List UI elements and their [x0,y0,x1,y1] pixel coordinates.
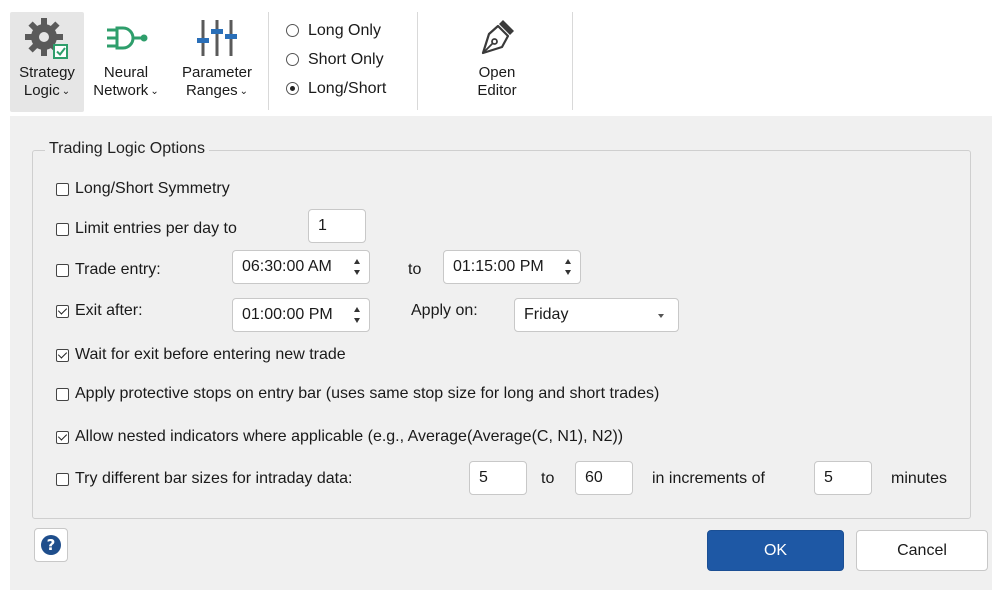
trade-entry-label: Trade entry: [75,261,161,278]
bar-sizes-checkbox[interactable] [56,472,69,486]
spinner-icon[interactable] [353,259,362,275]
exit-after-option[interactable]: Exit after: [56,302,143,320]
help-icon: ? [41,535,61,555]
group-title: Trading Logic Options [45,140,209,158]
trade-entry-checkbox[interactable] [56,263,69,277]
trade-entry-to-value: 01:15:00 PM [453,258,544,275]
trade-entry-from-picker[interactable]: 06:30:00 AM [232,250,370,284]
trade-entry-from-value: 06:30:00 AM [242,258,332,275]
bar-sizes-option[interactable]: Try different bar sizes for intraday dat… [56,470,352,488]
protective-stops-option[interactable]: Apply protective stops on entry bar (use… [56,385,659,403]
radio-label: Long/Short [308,79,387,97]
editor-label-2: Editor [477,82,517,99]
nested-indicators-label: Allow nested indicators where applicable… [75,428,624,445]
parameter-label-1: Parameter [181,64,253,81]
bar-size-to-input[interactable]: 60 [575,461,633,495]
cancel-button[interactable]: Cancel [856,530,988,571]
radio-button[interactable] [286,24,299,37]
pen-nib-icon [430,12,564,64]
help-button[interactable]: ? [34,528,68,562]
radio-button[interactable] [286,53,299,66]
limit-entries-checkbox[interactable] [56,222,69,236]
apply-on-dropdown[interactable]: Friday [514,298,679,332]
minutes-label: minutes [891,470,948,487]
protective-stops-label: Apply protective stops on entry bar (use… [75,385,660,402]
trade-entry-option[interactable]: Trade entry: [56,261,161,279]
symmetry-checkbox[interactable] [56,182,69,196]
limit-entries-label: Limit entries per day to [75,220,237,237]
wait-exit-checkbox[interactable] [56,348,69,362]
parameter-ranges-button[interactable]: Parameter Ranges ⌄ [172,12,262,112]
radio-short-only[interactable]: Short Only [286,45,386,74]
ribbon-toolbar: Strategy Logic ⌄ Neural Network ⌄ Parame… [0,0,992,116]
limit-entries-value: 1 [318,217,327,234]
bar-size-from-input[interactable]: 5 [469,461,527,495]
radio-long-short[interactable]: Long/Short [286,74,386,103]
options-panel: Trading Logic Options Long/Short Symmetr… [10,116,992,590]
open-editor-button[interactable]: Open Editor [430,12,564,112]
nested-indicators-checkbox[interactable] [56,430,69,444]
neural-label-2: Network [93,82,149,99]
wait-exit-option[interactable]: Wait for exit before entering new trade [56,346,346,364]
chevron-down-icon: ⌄ [150,86,159,97]
radio-label: Short Only [308,50,384,68]
bar-size-from-value: 5 [479,469,488,486]
strategy-label-1: Strategy [19,64,75,81]
exit-after-value: 01:00:00 PM [242,306,333,323]
spinner-icon[interactable] [564,259,573,275]
trade-entry-to-picker[interactable]: 01:15:00 PM [443,250,581,284]
neural-network-icon [87,12,165,64]
symmetry-option[interactable]: Long/Short Symmetry [56,180,230,198]
chevron-down-icon: ⌄ [61,86,71,97]
bar-size-to-value: 60 [585,469,603,486]
parameter-label-2: Ranges [185,82,238,99]
neural-label-1: Neural [103,64,149,81]
strategy-logic-button[interactable]: Strategy Logic ⌄ [10,12,84,112]
increment-input[interactable]: 5 [814,461,872,495]
radio-label: Long Only [308,21,381,39]
gear-check-icon [10,12,84,64]
radio-long-only[interactable]: Long Only [286,16,386,45]
sliders-icon [172,12,262,64]
wait-exit-label: Wait for exit before entering new trade [75,346,346,363]
nested-indicators-option[interactable]: Allow nested indicators where applicable… [56,428,623,446]
increment-value: 5 [824,469,833,486]
limit-entries-option[interactable]: Limit entries per day to [56,220,237,238]
limit-entries-input[interactable]: 1 [308,209,366,243]
radio-button[interactable] [286,82,299,95]
exit-after-checkbox[interactable] [56,304,69,318]
exit-after-picker[interactable]: 01:00:00 PM [232,298,370,332]
ribbon-separator [572,12,573,110]
direction-radio-group: Long Only Short Only Long/Short [286,16,386,103]
exit-after-label: Exit after: [75,302,143,319]
apply-on-value: Friday [524,306,569,323]
trade-entry-to-label: to [408,261,422,278]
bar-sizes-label: Try different bar sizes for intraday dat… [75,470,353,487]
strategy-label-2: Logic [23,82,60,99]
symmetry-label: Long/Short Symmetry [75,180,230,197]
editor-label-1: Open [478,64,516,81]
apply-on-label: Apply on: [411,302,478,319]
increments-label: in increments of [652,470,765,487]
ribbon-separator [417,12,418,110]
spinner-icon[interactable] [353,307,362,323]
ok-button[interactable]: OK [707,530,844,571]
chevron-down-icon [658,314,664,318]
protective-stops-checkbox[interactable] [56,387,69,401]
ribbon-separator [268,12,269,110]
chevron-down-icon: ⌄ [239,86,249,97]
neural-network-button[interactable]: Neural Network ⌄ [87,12,165,112]
bar-size-to-label: to [541,470,555,487]
